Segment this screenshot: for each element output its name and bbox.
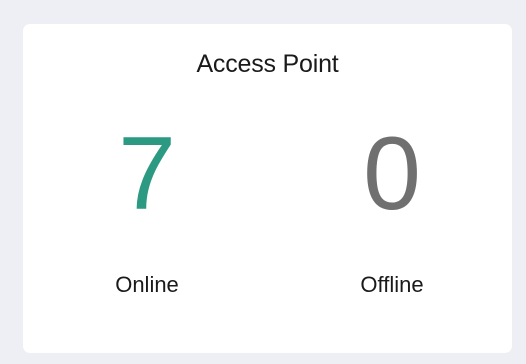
offline-stat[interactable]: 0 Offline [322,114,462,298]
access-point-card: Access Point 7 Online 0 Offline [23,24,512,353]
online-count: 7 [118,116,176,232]
online-stat[interactable]: 7 Online [77,114,217,298]
offline-count: 0 [363,116,421,232]
offline-label: Offline [360,272,424,297]
card-title: Access Point [196,50,339,78]
online-label: Online [115,272,179,297]
